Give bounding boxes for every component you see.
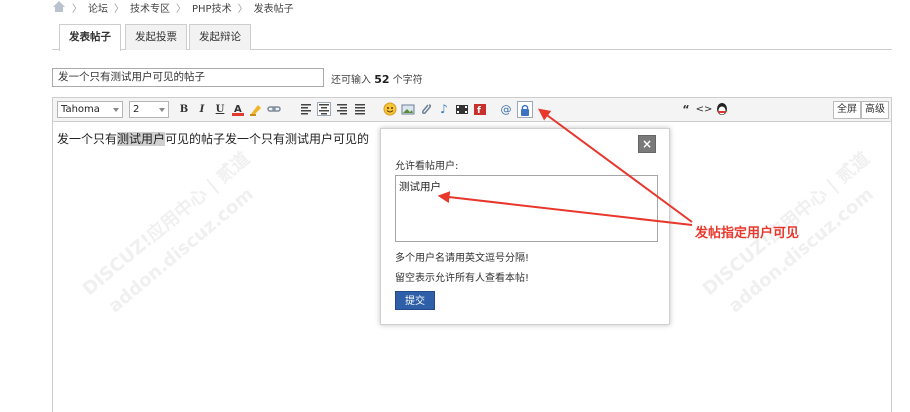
hint-comma: 多个用户名请用英文逗号分隔! [395, 253, 530, 264]
breadcrumb-separator: 〉 [176, 3, 186, 15]
audio-icon[interactable]: ♪ [437, 102, 451, 116]
tab-new-post[interactable]: 发表帖子 [59, 24, 121, 51]
attachment-icon[interactable] [419, 102, 433, 116]
hide-icon[interactable] [517, 101, 533, 118]
breadcrumb-item-tech[interactable]: 技术专区 [130, 0, 170, 15]
font-size-value: 2 [133, 104, 140, 115]
video-icon[interactable] [455, 102, 469, 116]
align-left-icon[interactable] [299, 102, 313, 116]
remaining-chars: 还可输入 52 个字符 [331, 71, 423, 86]
breadcrumb: 〉 论坛 〉 技术专区 〉 PHP技术 〉 发表帖子 [52, 0, 294, 15]
svg-text:f: f [477, 106, 481, 116]
submit-button[interactable]: 提交 [395, 291, 435, 310]
fullscreen-button[interactable]: 全屏 [833, 101, 861, 119]
hint-empty: 留空表示允许所有人查看本帖! [395, 273, 530, 284]
align-justify-icon[interactable] [353, 102, 367, 116]
subject-input[interactable]: 发一个只有测试用户可见的帖子 [52, 68, 324, 87]
emoticon-icon[interactable] [383, 102, 397, 116]
font-size-select[interactable]: 2 [129, 101, 169, 118]
italic-icon[interactable]: I [195, 102, 209, 116]
highlight-icon[interactable] [249, 102, 263, 116]
advanced-button[interactable]: 高级 [861, 101, 889, 119]
font-family-value: Tahoma [61, 104, 100, 115]
content-selection: 测试用户 [117, 132, 166, 146]
font-color-icon[interactable]: A [231, 102, 245, 116]
editor-toolbar: Tahoma 2 B I U A ♪ f @ “ <> 全屏 高级 [53, 98, 891, 122]
chevron-down-icon [113, 108, 119, 112]
breadcrumb-item-forum[interactable]: 论坛 [88, 0, 108, 15]
qq-icon[interactable] [715, 102, 729, 116]
close-icon[interactable]: × [638, 135, 656, 153]
breadcrumb-item-php[interactable]: PHP技术 [192, 0, 232, 15]
at-icon[interactable]: @ [499, 102, 513, 116]
align-center-icon[interactable] [317, 102, 331, 116]
breadcrumb-separator: 〉 [72, 3, 82, 15]
flash-icon[interactable]: f [473, 102, 487, 116]
tab-new-poll[interactable]: 发起投票 [125, 24, 187, 50]
bold-icon[interactable]: B [177, 102, 191, 116]
page: 〉 论坛 〉 技术专区 〉 PHP技术 〉 发表帖子 发表帖子 发起投票 发起辩… [0, 0, 910, 412]
breadcrumb-separator: 〉 [114, 3, 124, 15]
underline-icon[interactable]: U [213, 102, 227, 116]
allowed-users-label: 允许看帖用户: [395, 161, 459, 172]
image-icon[interactable] [401, 102, 415, 116]
link-icon[interactable] [267, 102, 281, 116]
quote-icon[interactable]: “ [679, 102, 693, 116]
remaining-suffix: 个字符 [392, 75, 423, 86]
breadcrumb-separator: 〉 [237, 3, 248, 15]
chevron-down-icon [159, 108, 165, 112]
tab-new-debate[interactable]: 发起辩论 [189, 24, 251, 50]
annotation-label: 发帖指定用户可见 [695, 226, 800, 241]
remaining-prefix: 还可输入 [331, 75, 371, 86]
allowed-users-textarea[interactable]: 测试用户 [395, 175, 658, 242]
content-text: 可见的帖子发一个只有测试用户可见的 [165, 132, 370, 146]
font-family-select[interactable]: Tahoma [57, 101, 123, 118]
post-type-tabs: 发表帖子 发起投票 发起辩论 [52, 24, 892, 51]
align-right-icon[interactable] [335, 102, 349, 116]
home-icon[interactable] [52, 1, 66, 13]
code-icon[interactable]: <> [696, 102, 713, 116]
hide-content-popup: × 允许看帖用户: 测试用户 多个用户名请用英文逗号分隔! 留空表示允许所有人查… [380, 128, 670, 325]
content-text: 发一个只有 [57, 132, 118, 146]
remaining-count: 52 [374, 73, 390, 86]
breadcrumb-item-current: 发表帖子 [253, 3, 294, 15]
editor-content[interactable]: 发一个只有测试用户可见的帖子发一个只有测试用户可见的 [57, 130, 369, 147]
